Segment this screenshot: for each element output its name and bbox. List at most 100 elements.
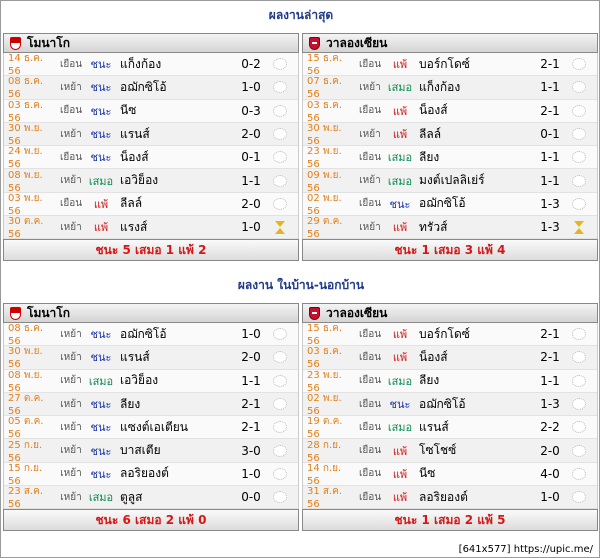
match-result: เสมอ [387,81,413,95]
ball-icon[interactable] [572,421,586,434]
ball-icon[interactable] [273,444,287,457]
match-result: ชนะ [90,81,112,95]
opponent-name: บอร์กโดซ์ [419,56,470,71]
match-score: 2-1 [241,420,261,435]
match-icon-cell [565,374,593,387]
opponent-name: ลอริยองต์ [419,489,468,504]
ball-icon[interactable] [572,58,586,71]
opponent-name: ทรัวส์ [419,219,448,234]
match-date: 30 พ.ย. 56 [8,123,43,148]
match-venue: เยือน [358,198,382,210]
opponent-name: ลีลล์ [120,196,143,211]
opponent-name: โซโชซ์ [419,443,457,458]
ball-icon[interactable] [273,81,287,94]
match-icon-cell [266,328,294,341]
match-venue: เหย้า [60,81,82,93]
match-result: แพ้ [392,104,408,118]
match-row: 02 พ.ย. 56 เยือน ชนะ อฌักซิโอ้ 1-3 [303,392,597,417]
match-result: เสมอ [88,491,114,505]
ball-icon[interactable] [273,491,287,504]
match-date: 28 ก.ย. 56 [307,439,342,464]
match-score: 0-1 [540,127,560,142]
match-venue: เยือน [358,445,382,457]
results-list: 08 ธ.ค. 56 เหย้า ชนะ อฌักซิโอ้ 1-0 30 พ.ย. 56… [3,323,299,510]
team-name: โมนาโก [27,35,71,50]
panel-recent-valenciennes: วาลองเซียน 15 ธ.ค. 56 เยือน แพ้ บอร์กโดซ์ 2-… [302,33,598,262]
team-name: วาลองเซียน [326,35,388,50]
match-date: 25 ก.ย. 56 [8,439,43,464]
results-list: 15 ธ.ค. 56 เยือน แพ้ บอร์กโดซ์ 2-1 07 ธ.ค. 56… [302,53,598,240]
match-score: 1-0 [241,466,261,481]
match-result: ชนะ [389,197,411,211]
match-row: 29 ต.ค. 56 เหย้า แพ้ ทรัวส์ 1-3 [303,216,597,240]
opponent-name: อฌักซิโอ้ [120,79,167,94]
ball-icon[interactable] [273,351,287,364]
ball-icon[interactable] [273,421,287,434]
ball-icon[interactable] [572,128,586,141]
ball-icon[interactable] [572,351,586,364]
ball-icon[interactable] [572,467,586,480]
match-venue: เหย้า [359,128,381,140]
match-date: 15 ก.ย. 56 [8,462,43,487]
ball-icon[interactable] [572,104,586,117]
ball-icon[interactable] [273,174,287,187]
ball-icon[interactable] [572,174,586,187]
match-date: 31 ส.ค. 56 [307,486,343,511]
match-score: 1-0 [241,220,261,235]
ball-icon[interactable] [572,444,586,457]
match-venue: เยือน [358,105,382,117]
match-result: ชนะ [90,104,112,118]
ball-icon[interactable] [273,128,287,141]
match-result: ชนะ [90,58,112,72]
ball-icon[interactable] [273,58,287,71]
ball-icon[interactable] [273,328,287,341]
match-date: 08 ธ.ค. 56 [8,76,44,101]
ball-icon[interactable] [572,328,586,341]
ball-icon[interactable] [273,398,287,411]
match-result: ชนะ [90,328,112,342]
match-icon-cell [565,174,593,187]
match-venue: เยือน [358,328,382,340]
results-list: 15 ธ.ค. 56 เยือน แพ้ บอร์กโดซ์ 2-1 03 ธ.ค. 56… [302,323,598,511]
match-result: แพ้ [392,351,408,365]
match-score: 1-1 [540,150,560,165]
match-venue: เหย้า [359,175,381,187]
opponent-name: น็องส์ [419,103,448,118]
match-icon-cell [266,467,294,480]
match-score: 2-1 [540,350,560,365]
ball-icon[interactable] [273,104,287,117]
match-row: 15 ธ.ค. 56 เยือน แพ้ บอร์กโดซ์ 2-1 [303,53,597,77]
match-row: 31 ส.ค. 56 เยือน แพ้ ลอริยองต์ 1-0 [303,486,597,511]
match-venue: เหย้า [60,328,82,340]
ball-icon[interactable] [572,151,586,164]
match-icon-cell [266,351,294,364]
match-row: 28 ก.ย. 56 เยือน แพ้ โซโชซ์ 2-0 [303,439,597,464]
match-result: ชนะ [90,128,112,142]
match-venue: เยือน [358,398,382,410]
match-icon-cell [565,491,593,504]
ball-icon[interactable] [572,398,586,411]
match-date: 07 ธ.ค. 56 [307,76,343,101]
match-result: แพ้ [392,128,408,142]
ball-icon[interactable] [273,197,287,210]
match-venue: เยือน [358,151,382,163]
ball-icon[interactable] [273,467,287,480]
match-date: 08 พ.ย. 56 [8,369,43,394]
match-row: 02 พ.ย. 56 เยือน ชนะ อฌักซิโอ้ 1-3 [303,192,597,217]
ball-icon[interactable] [572,197,586,210]
ball-icon[interactable] [572,374,586,387]
match-venue: เหย้า [359,221,381,233]
ball-icon[interactable] [572,81,586,94]
match-venue: เหย้า [60,468,82,480]
page-frame: ผลงานล่าสุด โมนาโก 14 ธ.ค. 56 เยือน ชนะ แก็… [0,0,600,558]
match-venue: เยือน [59,151,83,163]
panel-recent-monaco: โมนาโก 14 ธ.ค. 56 เยือน ชนะ แก็งก้อง 0-2 08 ธ… [3,33,299,262]
ball-icon[interactable] [273,151,287,164]
ball-icon[interactable] [572,491,586,504]
match-date: 24 พ.ย. 56 [8,146,43,171]
ball-icon[interactable] [273,374,287,387]
match-venue: เหย้า [60,175,82,187]
opponent-name: เอวิย็อง [120,173,159,188]
opponent-name: แซงต์เอเตียน [120,419,188,434]
match-date: 08 ธ.ค. 56 [8,323,44,348]
